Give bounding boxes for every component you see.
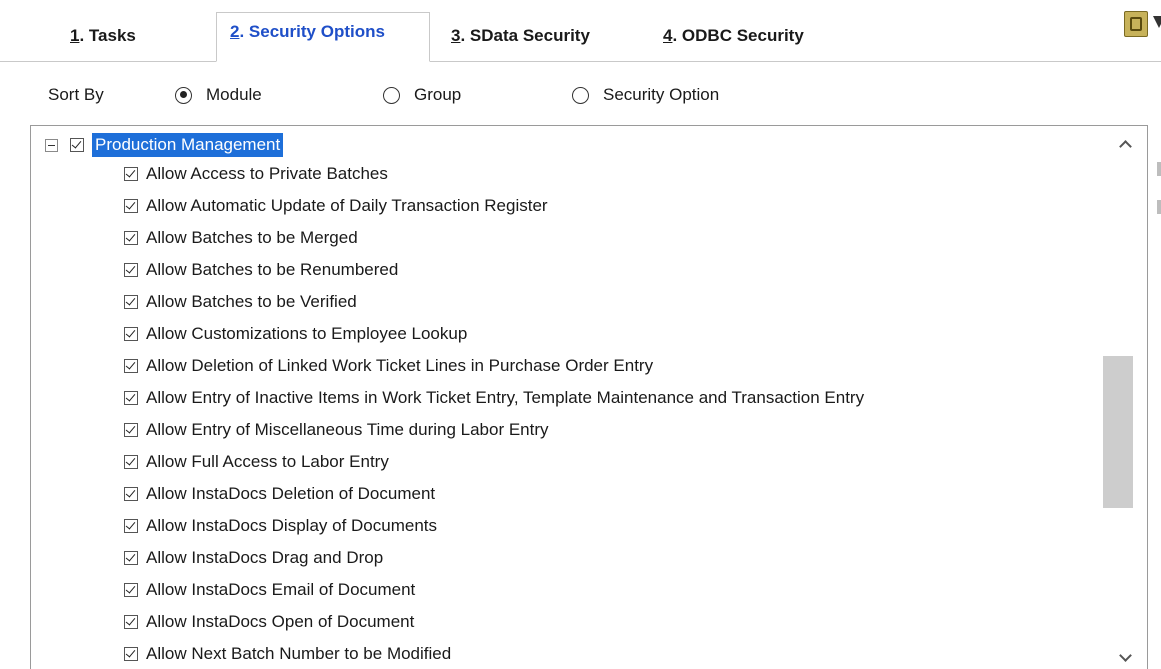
checkbox-icon[interactable] [124, 551, 138, 565]
checkbox-icon[interactable] [124, 295, 138, 309]
tree-item[interactable]: Allow Batches to be Verified [31, 286, 1103, 318]
checkbox-icon[interactable] [70, 138, 84, 152]
scroll-up-arrow-icon[interactable] [1117, 136, 1133, 152]
checkbox-icon[interactable] [124, 167, 138, 181]
checkbox-icon[interactable] [124, 391, 138, 405]
tree-item[interactable]: Allow InstaDocs Email of Document [31, 574, 1103, 606]
sort-security-option-radio[interactable]: Security Option [572, 82, 719, 108]
tree-item-label: Allow Customizations to Employee Lookup [146, 324, 468, 343]
security-options-window: 1. Tasks 2. Security Options 3. SData Se… [0, 0, 1161, 669]
edge-marker [1157, 200, 1161, 214]
tree-item-label: Allow Batches to be Verified [146, 292, 357, 311]
dropdown-arrow-icon[interactable] [1153, 14, 1161, 36]
tree-item-label: Allow Automatic Update of Daily Transact… [146, 196, 548, 215]
checkbox-icon[interactable] [124, 231, 138, 245]
radio-button-icon[interactable] [383, 86, 400, 104]
tree-item-label: Allow InstaDocs Deletion of Document [146, 484, 436, 503]
tree-item[interactable]: Allow Automatic Update of Daily Transact… [31, 190, 1103, 222]
tab-label: . Security Options [239, 22, 385, 41]
checkbox-icon[interactable] [124, 359, 138, 373]
checkbox-icon[interactable] [124, 199, 138, 213]
tree-item[interactable]: Allow InstaDocs Display of Documents [31, 510, 1103, 542]
radio-button-icon[interactable] [572, 86, 589, 104]
scrollbar-thumb[interactable] [1103, 356, 1133, 508]
tree-item[interactable]: Allow Customizations to Employee Lookup [31, 318, 1103, 350]
tab-tasks[interactable]: 1. Tasks [70, 25, 136, 61]
checkbox-icon[interactable] [124, 455, 138, 469]
tree-item-label: Allow Entry of Inactive Items in Work Ti… [146, 388, 865, 407]
checkbox-icon[interactable] [124, 519, 138, 533]
tree-item-label: Allow Access to Private Batches [146, 164, 388, 183]
tab-strip: 1. Tasks 2. Security Options 3. SData Se… [0, 0, 1161, 62]
edge-marker [1157, 162, 1161, 176]
checkbox-icon[interactable] [124, 423, 138, 437]
radio-label: Group [414, 85, 462, 104]
tab-divider [0, 61, 1161, 62]
tab-label: . Tasks [79, 26, 136, 45]
checkbox-icon[interactable] [124, 647, 138, 661]
tree-item[interactable]: Allow Deletion of Linked Work Ticket Lin… [31, 350, 1103, 382]
sort-module-radio[interactable]: Module [175, 82, 262, 108]
tree-item[interactable]: Allow Access to Private Batches [31, 158, 1103, 190]
tree-item-label: Allow Full Access to Labor Entry [146, 452, 389, 471]
radio-label: Security Option [603, 85, 720, 104]
checkbox-icon[interactable] [124, 583, 138, 597]
scroll-down-arrow-icon[interactable] [1117, 650, 1133, 666]
tree-item[interactable]: Allow InstaDocs Deletion of Document [31, 478, 1103, 510]
tree-item-label: Allow InstaDocs Display of Documents [146, 516, 438, 535]
tree-item-label: Allow Deletion of Linked Work Ticket Lin… [146, 356, 654, 375]
tree-item-label: Allow Batches to be Merged [146, 228, 358, 247]
sort-by-label: Sort By [48, 85, 104, 104]
tree-node-production-management[interactable]: Production Management [31, 132, 1103, 158]
tree-item[interactable]: Allow Entry of Miscellaneous Time during… [31, 414, 1103, 446]
tree-node-label: Production Management [92, 133, 284, 157]
checkbox-icon[interactable] [124, 327, 138, 341]
tree-item[interactable]: Allow InstaDocs Drag and Drop [31, 542, 1103, 574]
checkbox-icon[interactable] [124, 487, 138, 501]
sort-group-radio[interactable]: Group [383, 82, 461, 108]
radio-button-icon[interactable] [175, 86, 192, 104]
radio-label: Module [206, 85, 262, 104]
checkbox-icon[interactable] [124, 615, 138, 629]
tree-item-label: Allow InstaDocs Email of Document [146, 580, 416, 599]
tree-item[interactable]: Allow Entry of Inactive Items in Work Ti… [31, 382, 1103, 414]
checkbox-icon[interactable] [124, 263, 138, 277]
security-options-tree[interactable]: Production Management Allow Access to Pr… [30, 125, 1148, 669]
tree-item-label: Allow InstaDocs Open of Document [146, 612, 415, 631]
tab-security-options[interactable]: 2. Security Options [216, 12, 430, 62]
tree-item[interactable]: Allow Batches to be Renumbered [31, 254, 1103, 286]
tree-item[interactable]: Allow Batches to be Merged [31, 222, 1103, 254]
tree-item-label: Allow Entry of Miscellaneous Time during… [146, 420, 549, 439]
tree-item[interactable]: Allow Next Batch Number to be Modified [31, 638, 1103, 669]
collapse-icon[interactable] [45, 138, 58, 152]
tree-item[interactable]: Allow Full Access to Labor Entry [31, 446, 1103, 478]
tab-label: . ODBC Security [672, 26, 804, 45]
sort-by-row: Sort By Module Group Security Option [0, 78, 1161, 112]
tree-item-label: Allow Next Batch Number to be Modified [146, 644, 452, 663]
tree-rows: Production Management Allow Access to Pr… [31, 132, 1103, 669]
tree-item-label: Allow Batches to be Renumbered [146, 260, 399, 279]
tree-item[interactable]: Allow InstaDocs Open of Document [31, 606, 1103, 638]
vertical-scrollbar[interactable] [1103, 126, 1147, 669]
tab-sdata-security[interactable]: 3. SData Security [451, 25, 590, 61]
binoculars-icon[interactable] [1124, 11, 1148, 37]
tab-odbc-security[interactable]: 4. ODBC Security [663, 25, 804, 61]
tree-item-label: Allow InstaDocs Drag and Drop [146, 548, 384, 567]
tab-label: . SData Security [460, 26, 590, 45]
